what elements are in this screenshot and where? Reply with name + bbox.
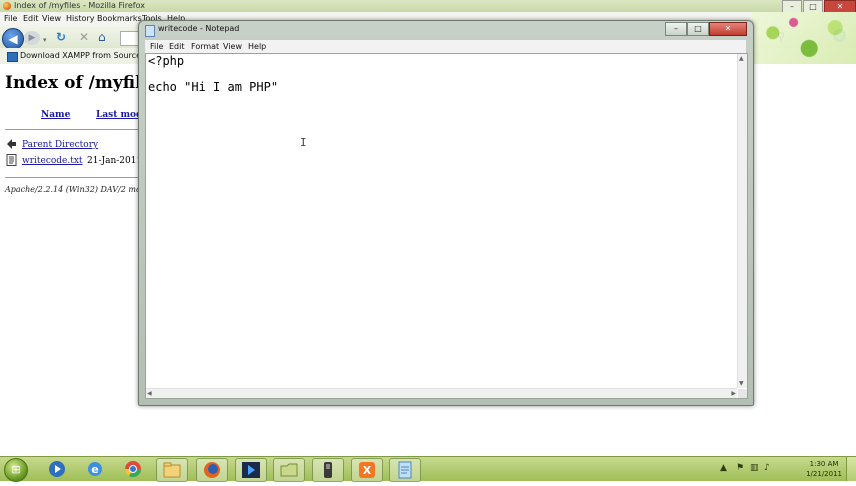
notepad-menu-help[interactable]: Help: [248, 40, 266, 53]
bookmark-favicon-icon: [7, 52, 18, 62]
clock-time: 1:30 AM: [809, 460, 839, 468]
file-explorer-icon[interactable]: [156, 458, 188, 482]
file-link-writecode[interactable]: writecode.txt: [22, 156, 83, 166]
firefox-window-title: Index of /myfiles - Mozilla Firefox: [14, 1, 145, 10]
parent-directory-link[interactable]: Parent Directory: [22, 140, 98, 150]
action-center-flag-icon[interactable]: ⚑: [736, 463, 744, 473]
firefox-titlebar: Index of /myfiles - Mozilla Firefox – □ …: [0, 0, 856, 13]
text-file-icon: [6, 154, 17, 166]
notepad-window: writecode - Notepad – □ ✕ File Edit Form…: [138, 20, 754, 406]
stop-icon[interactable]: ✕: [79, 31, 89, 43]
firefox-menu-history[interactable]: History: [66, 12, 94, 26]
svg-text:X: X: [363, 464, 372, 477]
notepad-window-title: writecode - Notepad: [158, 24, 240, 33]
notepad-document-text[interactable]: <?php echo "Hi I am PHP": [148, 55, 278, 94]
notepad-maximize-button[interactable]: □: [687, 22, 709, 36]
notepad-app-icon[interactable]: [145, 25, 155, 37]
server-signature: Apache/2.2.14 (Win32) DAV/2 mo: [5, 185, 141, 194]
column-header-name[interactable]: Name: [41, 110, 70, 120]
volume-icon[interactable]: ♪: [764, 463, 770, 473]
chrome-icon[interactable]: [118, 458, 148, 480]
firefox-icon[interactable]: [196, 458, 228, 482]
tray-expand-icon[interactable]: ▲: [720, 463, 727, 473]
firefox-menu-bookmarks[interactable]: Bookmarks: [97, 12, 142, 26]
show-desktop-button[interactable]: [846, 457, 856, 481]
xampp-icon[interactable]: X: [351, 458, 383, 482]
scroll-down-arrow-icon[interactable]: ▼: [739, 380, 744, 387]
scroll-right-arrow-icon[interactable]: ▶: [731, 389, 736, 398]
list-item: writecode.txt 21-Jan-2011: [6, 154, 142, 166]
scroll-left-arrow-icon[interactable]: ◀: [147, 389, 152, 398]
tools-icon[interactable]: [312, 458, 344, 482]
firefox-menu-file[interactable]: File: [4, 12, 17, 26]
theme-swirl-decoration: [752, 12, 856, 64]
history-dropdown-icon[interactable]: ▾: [43, 34, 47, 46]
media-player-icon[interactable]: [235, 458, 267, 482]
text-cursor-icon: I: [300, 136, 307, 149]
internet-explorer-icon[interactable]: e: [80, 458, 110, 480]
firefox-menu-edit[interactable]: Edit: [23, 12, 39, 26]
notepad-minimize-button[interactable]: –: [665, 22, 687, 36]
firefox-logo-icon: [3, 2, 11, 10]
svg-text:e: e: [91, 463, 98, 476]
notepad-icon[interactable]: [389, 458, 421, 482]
notepad-menu-format[interactable]: Format: [191, 40, 219, 53]
firefox-window-controls: – □ ✕: [781, 0, 856, 13]
clock-date: 1/21/2011: [806, 470, 842, 478]
notepad-menubar: File Edit Format View Help: [145, 40, 746, 53]
notepad-text-area[interactable]: <?php echo "Hi I am PHP" ▲ ▼ ◀ ▶: [145, 53, 748, 399]
notepad-menu-edit[interactable]: Edit: [169, 40, 185, 53]
windows-media-player-icon[interactable]: [42, 458, 72, 480]
firefox-menu-view[interactable]: View: [42, 12, 61, 26]
scroll-up-arrow-icon[interactable]: ▲: [739, 55, 744, 62]
notepad-menu-file[interactable]: File: [150, 40, 163, 53]
list-item: Parent Directory: [7, 139, 98, 150]
start-button[interactable]: ⊞: [4, 458, 28, 482]
system-tray: ▲ ⚑ ▥ ♪ 1:30 AM 1/21/2011: [716, 457, 856, 481]
home-icon[interactable]: ⌂: [98, 31, 106, 43]
notepad-titlebar[interactable]: writecode - Notepad – □ ✕: [139, 21, 753, 39]
resize-grip[interactable]: [738, 389, 747, 398]
notepad-window-controls: – □ ✕: [665, 22, 747, 36]
notepad-close-button[interactable]: ✕: [709, 22, 747, 36]
header-divider: [5, 129, 145, 130]
footer-divider: [5, 177, 145, 178]
network-icon[interactable]: ▥: [750, 463, 759, 473]
notepad-menu-view[interactable]: View: [223, 40, 242, 53]
file-date: 21-Jan-2011: [87, 156, 143, 166]
back-arrow-icon[interactable]: ◀: [2, 28, 24, 50]
vertical-scrollbar[interactable]: ▲ ▼: [737, 54, 747, 388]
reload-icon[interactable]: ↻: [56, 31, 66, 43]
folder-icon[interactable]: [273, 458, 305, 482]
horizontal-scrollbar[interactable]: ◀ ▶: [146, 388, 737, 398]
system-clock[interactable]: 1:30 AM 1/21/2011: [806, 459, 842, 479]
forward-arrow-icon[interactable]: ▶: [24, 31, 40, 45]
back-directory-icon: [7, 139, 16, 149]
taskbar: ⊞ e X ▲ ⚑ ▥ ♪ 1:30 AM 1/21/2011: [0, 456, 856, 482]
